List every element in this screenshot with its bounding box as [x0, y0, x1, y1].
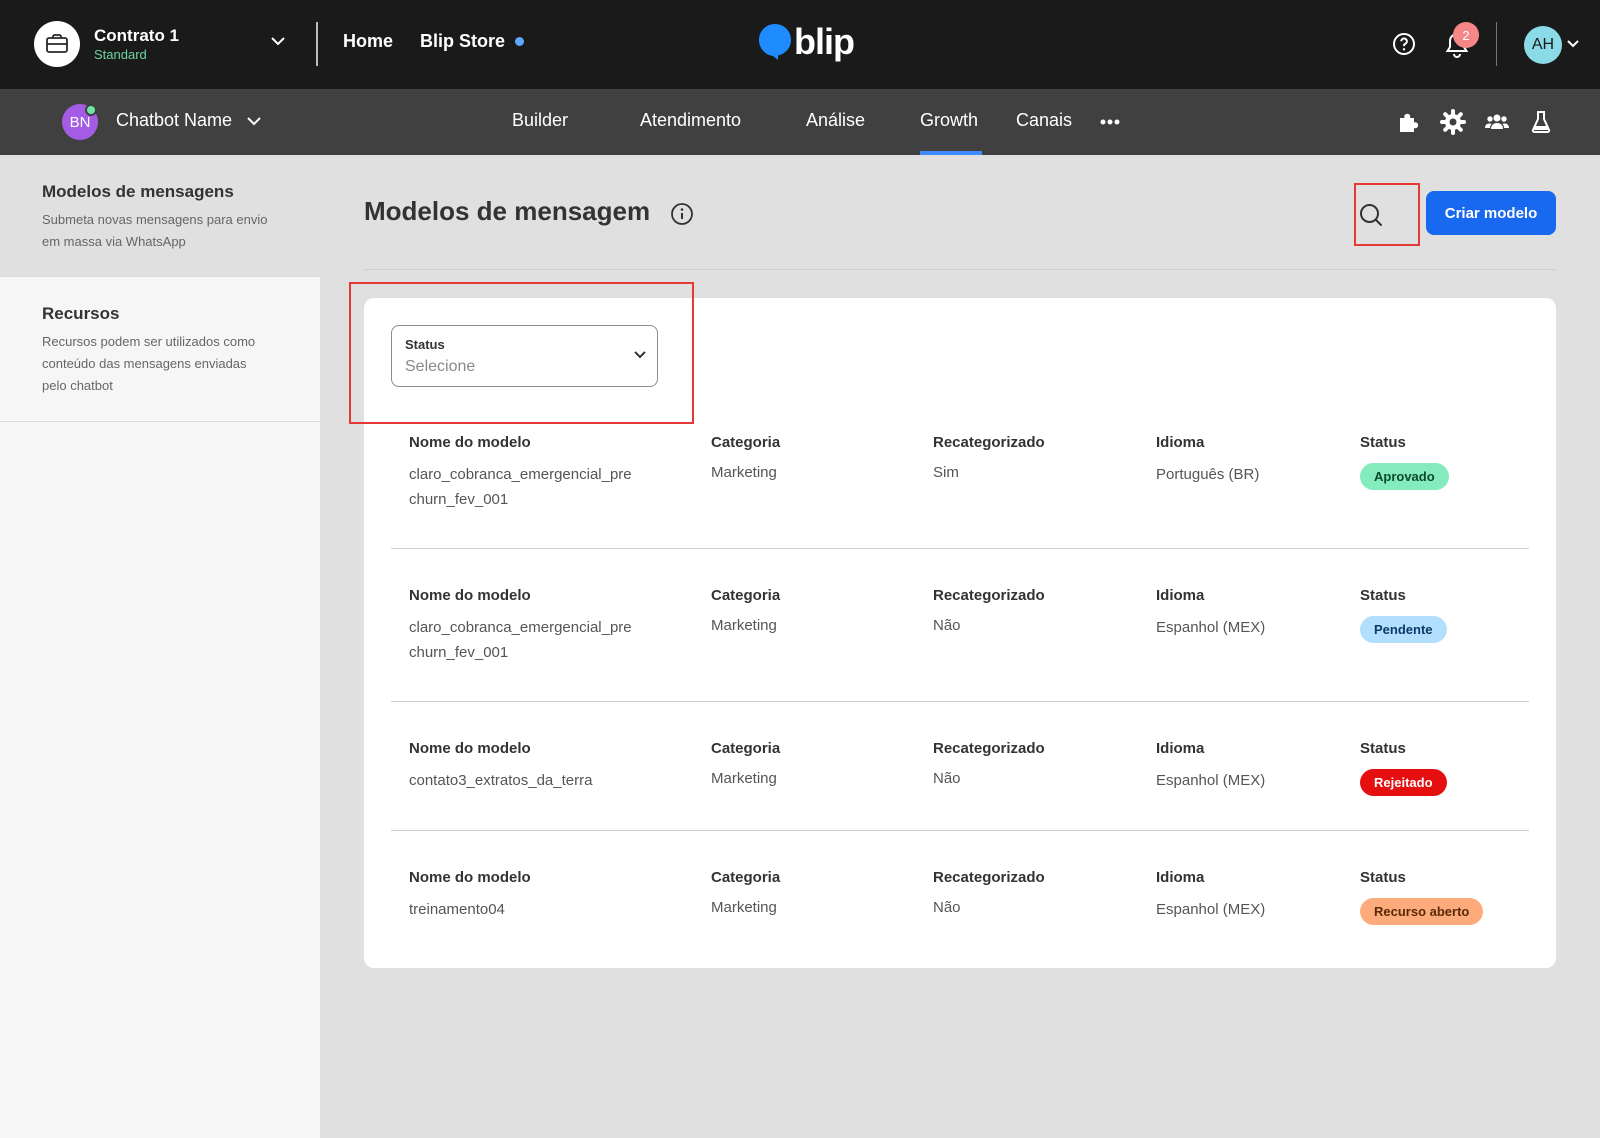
- notification-badge: 2: [1453, 22, 1479, 48]
- column-label-status: Status: [1360, 869, 1406, 886]
- row-divider: [391, 701, 1529, 702]
- contract-name: Contrato 1: [94, 26, 179, 45]
- flask-icon[interactable]: [1528, 109, 1554, 135]
- chevron-down-icon[interactable]: [1566, 39, 1580, 48]
- active-tab-indicator: [920, 151, 982, 155]
- column-label-category: Categoria: [711, 869, 781, 886]
- page-title: Modelos de mensagem: [364, 196, 651, 226]
- select-label: Status: [405, 337, 445, 352]
- column-label-status: Status: [1360, 740, 1406, 757]
- column-label-language: Idioma: [1156, 434, 1205, 451]
- nav-blip-store[interactable]: Blip Store: [420, 31, 525, 52]
- puzzle-icon[interactable]: [1396, 109, 1422, 135]
- column-label-status: Status: [1360, 587, 1406, 604]
- status-badge: Aprovado: [1360, 463, 1449, 490]
- column-label-category: Categoria: [711, 740, 781, 757]
- sidebar-item-title: Recursos: [42, 304, 120, 323]
- template-recategorized: Não: [933, 899, 961, 916]
- more-icon[interactable]: [1100, 119, 1120, 125]
- sidebar-item-title: Modelos de mensagens: [42, 182, 234, 201]
- blip-logo[interactable]: blip: [758, 21, 855, 62]
- column-label-recategorized: Recategorizado: [933, 587, 1045, 604]
- template-language: Português (BR): [1156, 466, 1260, 483]
- template-name: claro_cobranca_emergencial_pre churn_fev…: [409, 466, 632, 508]
- contract-plan: Standard: [94, 47, 147, 62]
- tab-analise[interactable]: Análise: [806, 110, 865, 131]
- status-filter-select[interactable]: Status Selecione: [391, 325, 658, 387]
- row-divider: [391, 830, 1529, 831]
- briefcase-icon: [34, 21, 80, 67]
- gear-icon[interactable]: [1440, 109, 1466, 135]
- divider: [316, 22, 318, 66]
- template-category: Marketing: [711, 464, 777, 481]
- status-badge: Pendente: [1360, 616, 1447, 643]
- logo-text: blip: [794, 21, 855, 62]
- column-label-language: Idioma: [1156, 587, 1205, 604]
- online-status-dot: [85, 104, 97, 116]
- sidebar-item-desc: Submeta novas mensagens para envio em ma…: [42, 212, 268, 249]
- template-language: Espanhol (MEX): [1156, 901, 1266, 918]
- template-name: contato3_extratos_da_terra: [409, 772, 593, 789]
- user-avatar[interactable]: AH: [1524, 26, 1562, 64]
- create-template-button[interactable]: Criar modelo: [1426, 191, 1556, 235]
- new-indicator-dot: [515, 36, 525, 46]
- sidebar: Modelos de mensagens Submeta novas mensa…: [0, 155, 320, 1138]
- column-label-name: Nome do modelo: [409, 434, 531, 451]
- template-recategorized: Não: [933, 617, 961, 634]
- template-language: Espanhol (MEX): [1156, 772, 1266, 789]
- row-divider: [391, 548, 1529, 549]
- team-icon[interactable]: [1484, 109, 1510, 135]
- chevron-down-icon: [634, 351, 646, 359]
- contract-selector[interactable]: Contrato 1 Standard: [34, 21, 179, 67]
- template-category: Marketing: [711, 617, 777, 634]
- column-label-recategorized: Recategorizado: [933, 434, 1045, 451]
- sidebar-item-message-templates[interactable]: Modelos de mensagens Submeta novas mensa…: [0, 155, 320, 277]
- template-category: Marketing: [711, 770, 777, 787]
- column-label-recategorized: Recategorizado: [933, 869, 1045, 886]
- column-label-category: Categoria: [711, 434, 781, 451]
- template-recategorized: Sim: [933, 464, 959, 481]
- tab-growth[interactable]: Growth: [920, 110, 978, 131]
- tab-canais[interactable]: Canais: [1016, 110, 1072, 131]
- tab-builder[interactable]: Builder: [512, 110, 568, 131]
- column-label-status: Status: [1360, 434, 1406, 451]
- top-bar: Contrato 1 Standard Home Blip Store blip…: [0, 0, 1600, 89]
- column-label-category: Categoria: [711, 587, 781, 604]
- template-recategorized: Não: [933, 770, 961, 787]
- divider: [1496, 22, 1497, 66]
- select-placeholder: Selecione: [405, 358, 476, 375]
- template-language: Espanhol (MEX): [1156, 619, 1266, 636]
- tab-atendimento[interactable]: Atendimento: [640, 110, 741, 131]
- column-label-name: Nome do modelo: [409, 587, 531, 604]
- status-badge: Rejeitado: [1360, 769, 1447, 796]
- column-label-language: Idioma: [1156, 740, 1205, 757]
- column-label-name: Nome do modelo: [409, 869, 531, 886]
- column-label-language: Idioma: [1156, 869, 1205, 886]
- chevron-down-icon[interactable]: [270, 36, 286, 46]
- bot-name[interactable]: Chatbot Name: [116, 110, 232, 131]
- column-label-name: Nome do modelo: [409, 740, 531, 757]
- nav-home[interactable]: Home: [343, 31, 393, 52]
- template-name: treinamento04: [409, 901, 505, 918]
- sidebar-item-resources[interactable]: Recursos Recursos podem ser utilizados c…: [0, 277, 320, 422]
- bot-nav-bar: BN Chatbot Name Builder Atendimento Anál…: [0, 89, 1600, 155]
- sidebar-item-desc: Recursos podem ser utilizados como conte…: [42, 334, 256, 393]
- status-badge: Recurso aberto: [1360, 898, 1484, 925]
- help-icon[interactable]: [1392, 32, 1416, 56]
- info-icon[interactable]: [670, 202, 694, 226]
- template-category: Marketing: [711, 899, 777, 916]
- column-label-recategorized: Recategorizado: [933, 740, 1045, 757]
- blip-logo-icon: [759, 24, 791, 60]
- nav-blip-store-label: Blip Store: [420, 31, 506, 51]
- chevron-down-icon[interactable]: [246, 116, 262, 126]
- search-highlight-box: [1354, 183, 1420, 246]
- divider: [364, 269, 1556, 270]
- template-name: claro_cobranca_emergencial_pre churn_fev…: [409, 619, 632, 661]
